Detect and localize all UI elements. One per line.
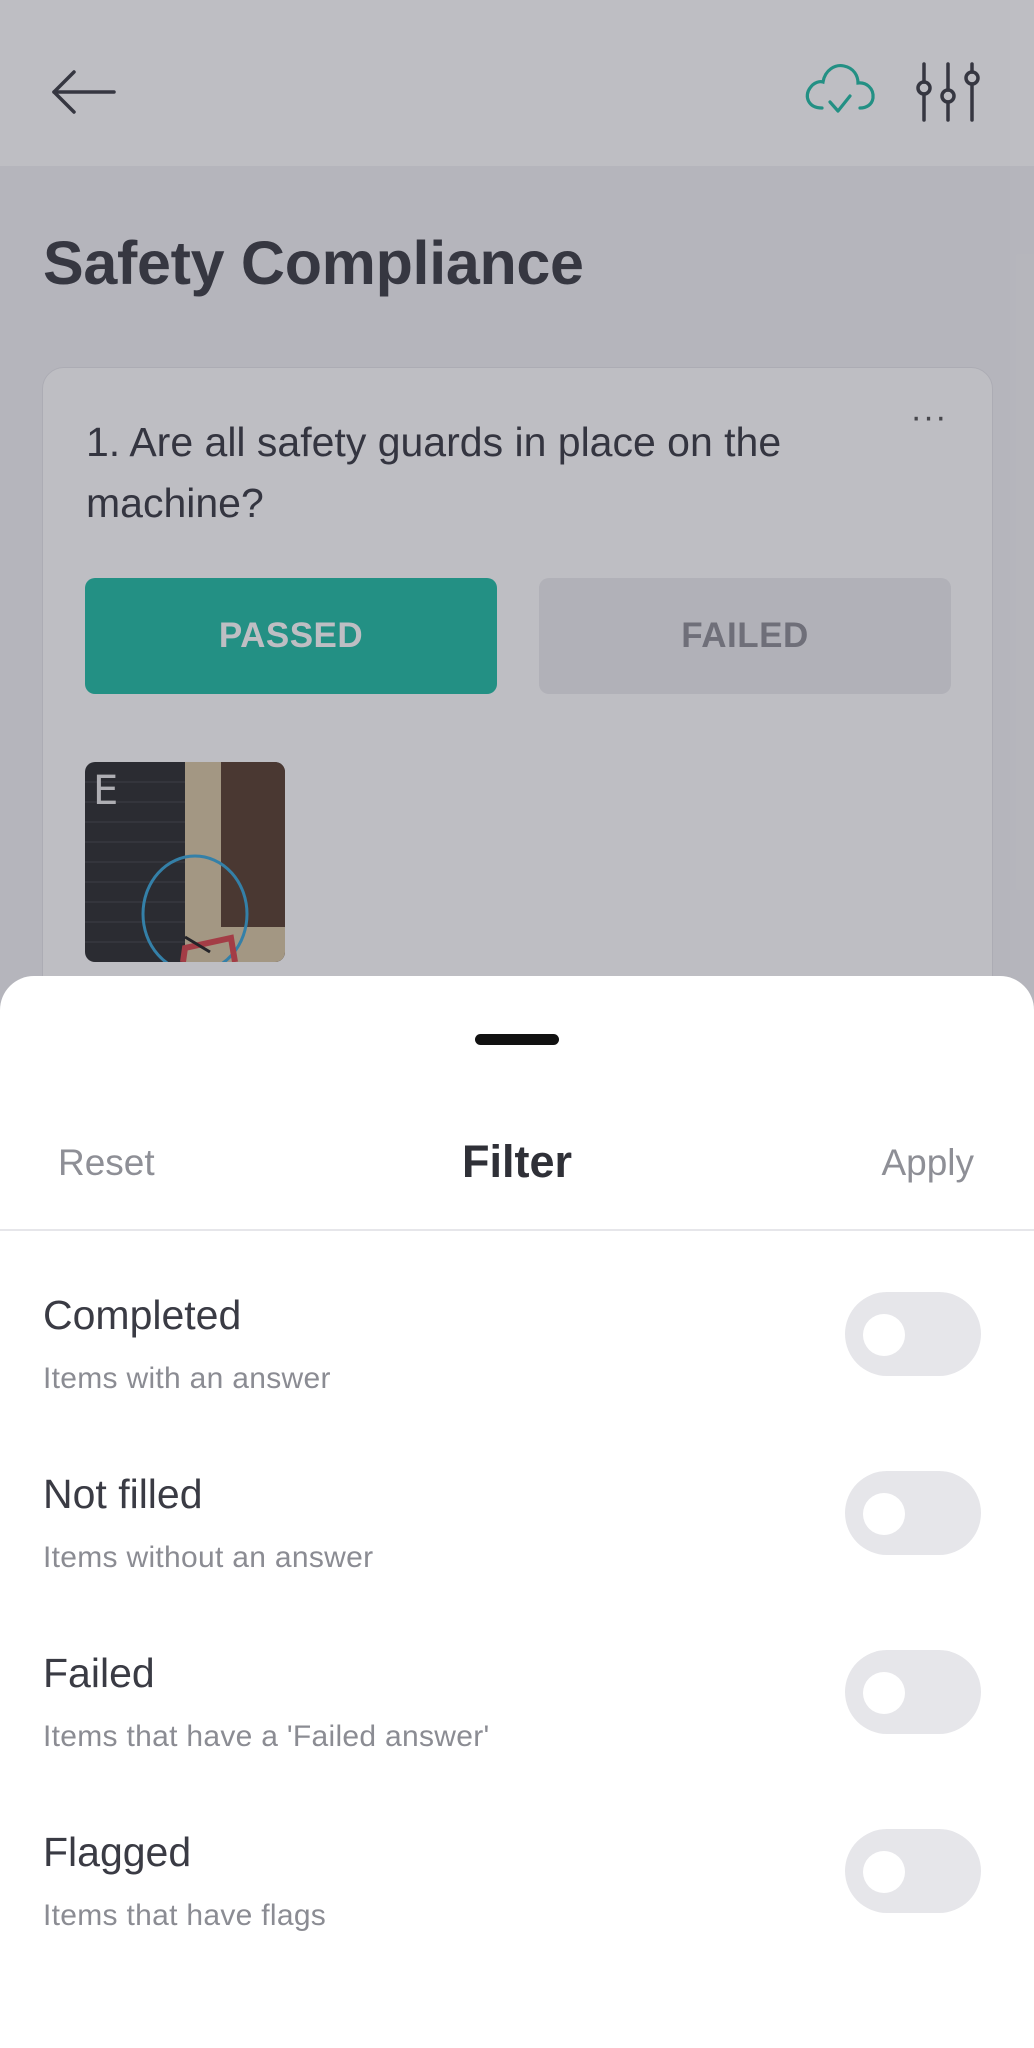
sheet-title: Filter: [461, 1136, 573, 1187]
not-filled-toggle[interactable]: [845, 1471, 981, 1555]
filter-option-description: Items that have a 'Failed answer': [43, 1720, 490, 1753]
completed-toggle[interactable]: [845, 1292, 981, 1376]
filter-option-title: Completed: [43, 1292, 242, 1338]
filter-option-description: Items that have flags: [43, 1899, 327, 1932]
filter-option-not-filled: Not filled Items without an answer: [0, 1471, 1034, 1621]
filter-option-description: Items with an answer: [43, 1362, 331, 1395]
reset-button[interactable]: Reset: [58, 1142, 155, 1184]
failed-toggle[interactable]: [845, 1650, 981, 1734]
filter-option-title: Not filled: [43, 1471, 203, 1517]
filter-option-title: Flagged: [43, 1829, 192, 1875]
drag-handle[interactable]: [475, 1034, 559, 1045]
apply-button[interactable]: Apply: [881, 1142, 974, 1184]
toggle-knob: [863, 1851, 905, 1893]
toggle-knob: [863, 1493, 905, 1535]
flagged-toggle[interactable]: [845, 1829, 981, 1913]
filter-option-failed: Failed Items that have a 'Failed answer': [0, 1650, 1034, 1800]
header-divider: [0, 1229, 1034, 1231]
filter-option-completed: Completed Items with an answer: [0, 1292, 1034, 1442]
toggle-knob: [863, 1672, 905, 1714]
filter-option-flagged: Flagged Items that have flags: [0, 1829, 1034, 1979]
filter-option-description: Items without an answer: [43, 1541, 374, 1574]
toggle-knob: [863, 1314, 905, 1356]
filter-bottom-sheet: Reset Filter Apply Completed Items with …: [0, 976, 1034, 2048]
filter-option-title: Failed: [43, 1650, 155, 1696]
